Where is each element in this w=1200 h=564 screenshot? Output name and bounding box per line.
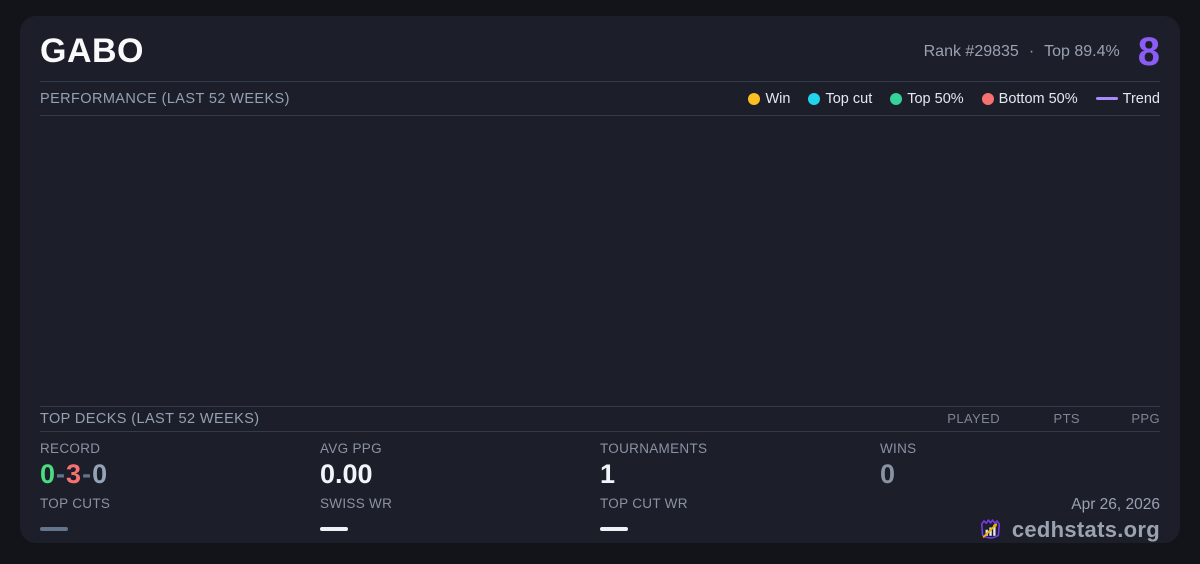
legend-label: Trend bbox=[1123, 91, 1160, 107]
performance-title: PERFORMANCE (LAST 52 WEEKS) bbox=[40, 91, 290, 107]
rank-summary: Rank #29835 · Top 89.4% 8 bbox=[924, 26, 1160, 72]
stat-label: RECORD bbox=[40, 441, 320, 456]
column-ppg: PPG bbox=[1080, 411, 1160, 426]
performance-chart-area bbox=[40, 116, 1160, 406]
legend-item-win: Win bbox=[748, 91, 790, 107]
stat-label: TOP CUTS bbox=[40, 496, 320, 511]
legend-item-bottom50: Bottom 50% bbox=[982, 91, 1078, 107]
stat-tournaments: TOURNAMENTS 1 bbox=[600, 441, 880, 488]
footer: Apr 26, 2026 cedhstats.org bbox=[880, 496, 1160, 543]
stats-row-1: RECORD 0-3-0 AVG PPG 0.00 TOURNAMENTS 1 … bbox=[40, 441, 1160, 488]
brand[interactable]: cedhstats.org bbox=[977, 516, 1160, 543]
stat-top-cuts: TOP CUTS bbox=[40, 496, 320, 543]
trend-line-icon bbox=[1096, 97, 1118, 100]
stat-label: AVG PPG bbox=[320, 441, 600, 456]
legend-label: Top 50% bbox=[907, 91, 963, 107]
empty-value-dash bbox=[320, 527, 348, 531]
empty-value-dash bbox=[600, 527, 628, 531]
brand-name[interactable]: cedhstats.org bbox=[1012, 517, 1160, 543]
report-date: Apr 26, 2026 bbox=[1071, 496, 1160, 514]
stat-record: RECORD 0-3-0 bbox=[40, 441, 320, 488]
top-decks-header: TOP DECKS (LAST 52 WEEKS) PLAYED PTS PPG bbox=[40, 406, 1160, 432]
top-cut-dot-icon bbox=[808, 93, 820, 105]
stat-wins: WINS 0 bbox=[880, 441, 1160, 488]
card-header: GABO Rank #29835 · Top 89.4% 8 bbox=[40, 16, 1160, 82]
legend-item-trend: Trend bbox=[1096, 91, 1160, 107]
record-sep: - bbox=[82, 459, 92, 489]
empty-value-dash bbox=[40, 527, 68, 531]
column-played: PLAYED bbox=[920, 411, 1000, 426]
record-sep: - bbox=[56, 459, 66, 489]
legend-label: Win bbox=[765, 91, 790, 107]
performance-header: PERFORMANCE (LAST 52 WEEKS) Win Top cut … bbox=[40, 82, 1160, 116]
column-pts: PTS bbox=[1000, 411, 1080, 426]
record-wins: 0 bbox=[40, 459, 56, 489]
stat-label: SWISS WR bbox=[320, 496, 600, 511]
stats-row-2: TOP CUTS SWISS WR TOP CUT WR Apr 26, 202… bbox=[40, 496, 1160, 543]
top-decks-title: TOP DECKS (LAST 52 WEEKS) bbox=[40, 411, 260, 427]
legend-label: Top cut bbox=[825, 91, 872, 107]
stats-section: RECORD 0-3-0 AVG PPG 0.00 TOURNAMENTS 1 … bbox=[40, 432, 1160, 543]
rank-text: Rank #29835 · Top 89.4% bbox=[924, 43, 1120, 61]
stat-avg-ppg: AVG PPG 0.00 bbox=[320, 441, 600, 488]
record-draws: 0 bbox=[92, 459, 108, 489]
legend-item-top-cut: Top cut bbox=[808, 91, 872, 107]
stat-label: TOP CUT WR bbox=[600, 496, 880, 511]
stat-label: WINS bbox=[880, 441, 1160, 456]
stat-label: TOURNAMENTS bbox=[600, 441, 880, 456]
score-badge: 8 bbox=[1138, 32, 1160, 72]
dot-separator: · bbox=[1029, 43, 1034, 61]
bottom50-dot-icon bbox=[982, 93, 994, 105]
top50-dot-icon bbox=[890, 93, 902, 105]
win-dot-icon bbox=[748, 93, 760, 105]
top-percent: Top 89.4% bbox=[1044, 43, 1120, 61]
player-stats-card: GABO Rank #29835 · Top 89.4% 8 PERFORMAN… bbox=[20, 16, 1180, 543]
wins-value: 0 bbox=[880, 460, 1160, 488]
legend-item-top50: Top 50% bbox=[890, 91, 963, 107]
cedhstats-logo-icon bbox=[977, 516, 1004, 543]
record-losses: 3 bbox=[66, 459, 82, 489]
stat-top-cut-wr: TOP CUT WR bbox=[600, 496, 880, 543]
tournaments-value: 1 bbox=[600, 460, 880, 488]
top-decks-columns: PLAYED PTS PPG bbox=[920, 411, 1160, 426]
legend-label: Bottom 50% bbox=[999, 91, 1078, 107]
rank-number: Rank #29835 bbox=[924, 43, 1019, 61]
stat-swiss-wr: SWISS WR bbox=[320, 496, 600, 543]
chart-legend: Win Top cut Top 50% Bottom 50% Trend bbox=[748, 91, 1160, 107]
avg-ppg-value: 0.00 bbox=[320, 460, 600, 488]
page-title: GABO bbox=[40, 26, 144, 71]
record-value: 0-3-0 bbox=[40, 460, 320, 488]
